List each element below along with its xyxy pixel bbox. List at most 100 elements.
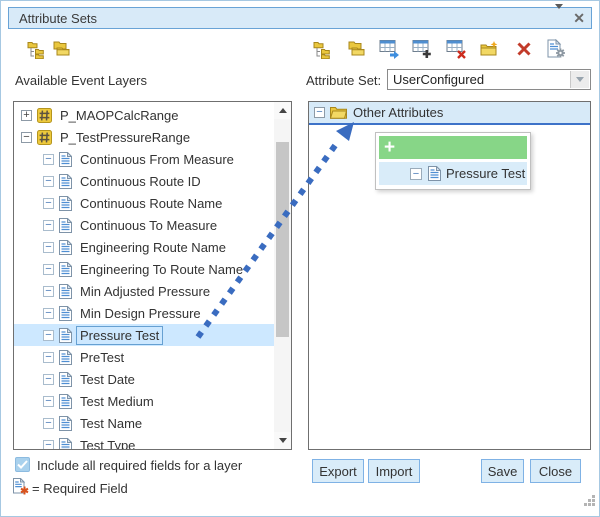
expand-attribute-tree-icon[interactable] [311,38,333,60]
dragged-item-row: − Pressure Test [379,162,527,185]
tree-expander[interactable]: − [21,132,32,143]
tree-expander[interactable]: + [21,110,32,121]
field-icon [59,262,72,277]
resize-grip-icon[interactable] [583,494,596,512]
drag-preview: + − Pressure Test [375,132,531,190]
tree-item[interactable]: − PreTest [14,346,274,368]
tree-expander[interactable]: − [43,154,54,165]
attribute-set-dropdown[interactable]: UserConfigured [387,69,591,90]
tree-item[interactable]: − Pressure Test [14,324,274,346]
tree-item-label: Test Date [77,371,138,388]
tree-item-label: Engineering Route Name [77,239,229,256]
tree-expander[interactable]: − [43,330,54,341]
field-icon [59,372,72,387]
tree-item[interactable]: − Continuous Route ID [14,170,274,192]
tree-item[interactable]: − Min Adjusted Pressure [14,280,274,302]
open-table-icon[interactable] [378,38,400,60]
tree-item-label: Test Type [77,437,138,451]
tree-item[interactable]: − Test Type [14,434,274,450]
new-folder-icon[interactable] [478,38,500,60]
expand-event-layers-icon[interactable] [25,38,47,60]
field-icon [59,196,72,211]
tree-expander[interactable]: − [43,352,54,363]
window-title: Attribute Sets [19,11,97,26]
scroll-up-icon[interactable] [274,102,291,119]
tree-expander[interactable]: − [314,107,325,118]
titlebar[interactable]: Attribute Sets ✕ [8,7,592,29]
field-icon [59,284,72,299]
field-icon [59,240,72,255]
field-icon [59,438,72,451]
tree-item-label: PreTest [77,349,127,366]
tree-item-label: Continuous To Measure [77,217,220,234]
event-layer-icon [37,130,52,145]
tree-item[interactable]: − Continuous To Measure [14,214,274,236]
other-attributes-row[interactable]: − Other Attributes [309,102,590,125]
close-icon[interactable]: ✕ [573,11,585,25]
required-field-legend: = Required Field [32,481,128,496]
available-event-layers-label: Available Event Layers [15,73,147,88]
dropdown-button[interactable] [570,71,589,88]
tree-expander[interactable]: − [43,286,54,297]
scrollbar-thumb[interactable] [276,142,289,337]
tree-expander[interactable]: − [43,220,54,231]
tree-expander[interactable]: − [43,440,54,451]
tree-expander[interactable]: − [43,418,54,429]
field-icon [59,152,72,167]
attribute-set-value: UserConfigured [393,72,484,87]
required-field-icon [13,478,29,495]
scroll-down-icon[interactable] [274,432,291,449]
left-tree: + P_MAOPCalcRange − P_TestPressureRange … [14,104,274,450]
save-button[interactable]: Save [481,459,524,483]
tree-item-label: Test Medium [77,393,157,410]
include-required-fields-label: Include all required fields for a layer [37,458,242,473]
document-settings-icon[interactable] [545,38,567,60]
field-icon [59,350,72,365]
field-icon [59,306,72,321]
tree-item-label: Continuous Route ID [77,173,204,190]
tree-item[interactable]: − Continuous From Measure [14,148,274,170]
titlebar-menu-caret-icon[interactable] [555,9,563,27]
open-folders-icon[interactable] [50,38,72,60]
tree-expander[interactable]: − [43,374,54,385]
tree-item[interactable]: − Continuous Route Name [14,192,274,214]
delete-icon[interactable] [513,38,535,60]
tree-expander[interactable]: − [43,242,54,253]
tree-item[interactable]: − Min Design Pressure [14,302,274,324]
field-icon [59,218,72,233]
import-button[interactable]: Import [368,459,420,483]
tree-item-label: P_TestPressureRange [57,129,193,146]
add-plus-icon: + [384,138,395,157]
field-icon [59,328,72,343]
export-button[interactable]: Export [312,459,364,483]
open-folders-icon[interactable] [345,38,367,60]
tree-expander[interactable]: − [43,176,54,187]
tree-item-label: Min Design Pressure [77,305,204,322]
tree-item[interactable]: − Test Medium [14,390,274,412]
include-required-fields-checkbox[interactable] [15,457,30,472]
field-icon [428,166,441,181]
left-tree-scrollbar[interactable] [274,102,291,449]
add-table-icon[interactable] [411,38,433,60]
tree-item-label: Engineering To Route Name [77,261,246,278]
tree-item[interactable]: − Test Name [14,412,274,434]
event-layer-icon [37,108,52,123]
tree-expander: − [410,168,422,180]
tree-item[interactable]: − P_TestPressureRange [14,126,274,148]
dragged-item-label: Pressure Test [446,166,525,181]
attribute-sets-window: Attribute Sets ✕ [0,0,600,517]
tree-expander[interactable]: − [43,198,54,209]
close-button[interactable]: Close [530,459,581,483]
tree-expander[interactable]: − [43,308,54,319]
tree-expander[interactable]: − [43,264,54,275]
tree-item[interactable]: − Engineering Route Name [14,236,274,258]
tree-item-label: Continuous Route Name [77,195,225,212]
tree-item[interactable]: + P_MAOPCalcRange [14,104,274,126]
remove-table-icon[interactable] [445,38,467,60]
tree-expander[interactable]: − [43,396,54,407]
field-icon [59,416,72,431]
tree-item[interactable]: − Test Date [14,368,274,390]
other-attributes-label: Other Attributes [353,105,443,120]
tree-item[interactable]: − Engineering To Route Name [14,258,274,280]
open-folder-icon [330,106,347,119]
